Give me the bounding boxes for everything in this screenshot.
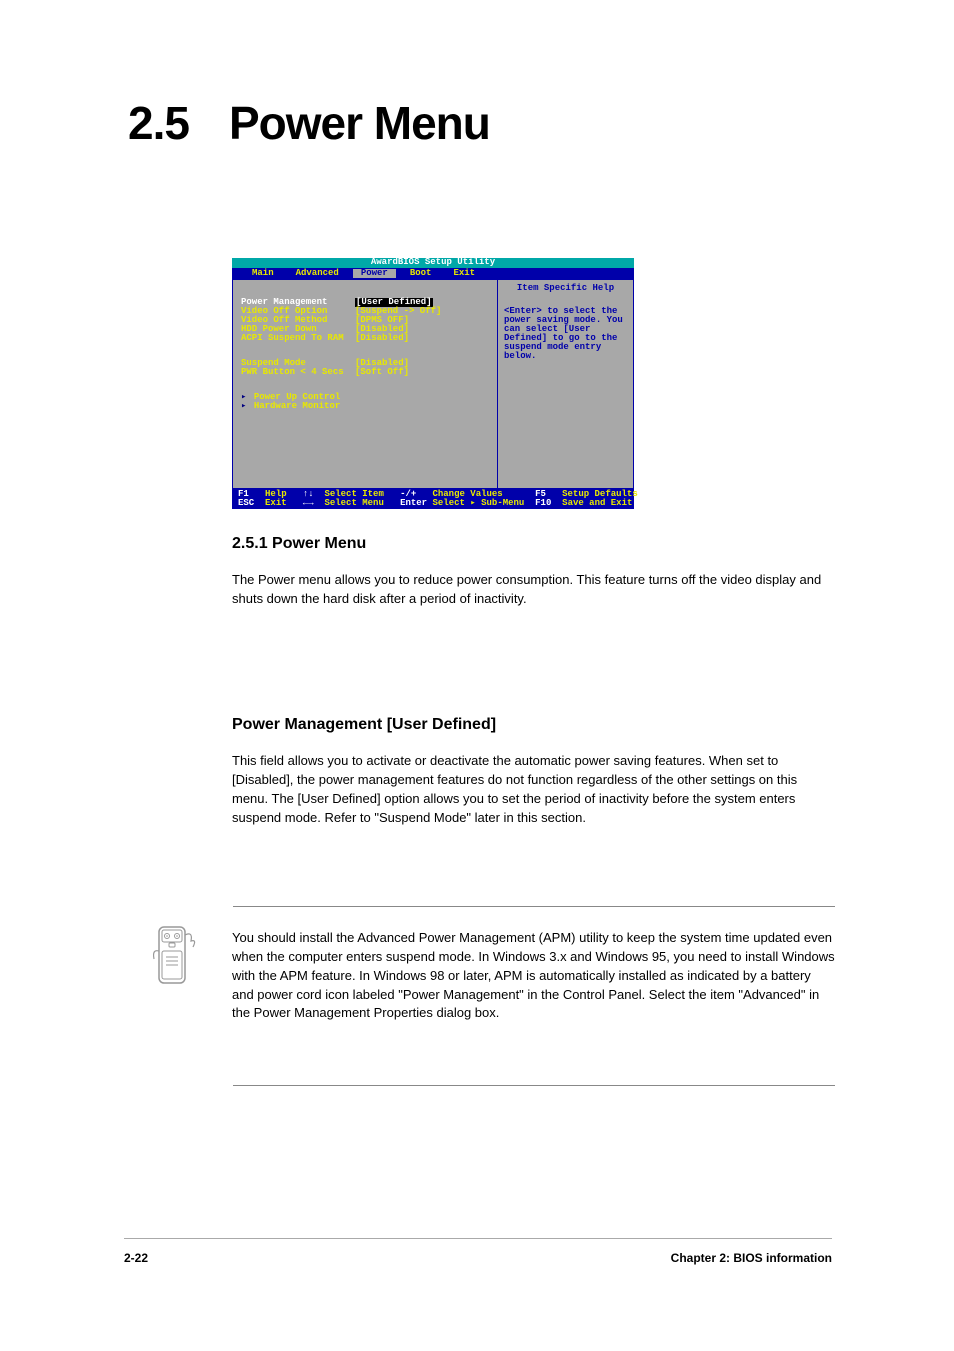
bios-row: PWR Button < 4 Secs [Soft Off] [241,368,489,377]
bios-help-panel: Item Specific Help <Enter> to select the… [497,279,634,489]
bios-value: [Soft Off] [355,368,409,377]
footer-key: Enter [400,498,427,508]
bios-tab-power: Power [353,269,396,278]
heading-number: 2.5 [128,97,189,149]
bios-submenu-list: ▸ Power Up Control ▸ Hardware Monitor [241,393,489,411]
bios-label: PWR Button < 4 Secs [241,368,355,377]
bios-row: ACPI Suspend To RAM [Disabled] [241,334,489,343]
bios-tab-advanced: Advanced [288,269,347,278]
bios-screenshot: AwardBIOS Setup Utility Main Advanced Po… [232,258,634,509]
bios-value: [Disabled] [355,334,409,343]
bios-help-title: Item Specific Help [504,284,627,293]
section-text: The Power menu allows you to reduce powe… [232,571,832,609]
section-power-menu: 2.5.1 Power Menu The Power menu allows y… [232,535,832,609]
bios-tab-boot: Boot [402,269,440,278]
item-text: This field allows you to activate or dea… [232,752,832,827]
item-title: Power Management [User Defined] [232,716,832,734]
footer-key: ←→ [303,498,314,508]
bios-tab-exit: Exit [445,269,483,278]
bios-submenu-label: Hardware Monitor [254,401,340,411]
footer-key: F10 [535,498,551,508]
footer-text: Select Menu [324,498,383,508]
bios-body: Power Management [User Defined] Video Of… [232,279,634,489]
bios-menu-bar: Main Advanced Power Boot Exit [232,268,634,279]
triangle-icon: ▸ [241,401,246,411]
footer-text: Save and Exit [562,498,632,508]
page-heading: 2.5 Power Menu [128,96,490,150]
section-power-management: Power Management [User Defined] This fie… [232,716,832,827]
note-box: You should install the Advanced Power Ma… [147,906,835,1086]
footer-text: Exit [265,498,287,508]
bios-left-panel: Power Management [User Defined] Video Of… [232,279,497,489]
bios-submenu-item: ▸ Hardware Monitor [241,402,489,411]
footer-key: ESC [238,498,254,508]
footer-text: Select ▸ Sub-Menu [433,498,525,508]
page-number: 2-22 [124,1251,148,1265]
robot-icon [147,921,202,991]
bios-title-bar: AwardBIOS Setup Utility [232,258,634,268]
chapter-label: Chapter 2: BIOS information [671,1251,832,1265]
bios-footer: F1 Help ↑↓ Select Item -/+ Change Values… [232,489,634,509]
divider [233,1085,835,1086]
page-footer: 2-22 Chapter 2: BIOS information [124,1238,832,1265]
bios-help-text: <Enter> to select the power saving mode.… [504,307,627,361]
bios-tab-main: Main [244,269,282,278]
section-title: 2.5.1 Power Menu [232,535,832,553]
divider [233,906,835,907]
heading-title: Power Menu [229,97,490,149]
bios-label: ACPI Suspend To RAM [241,334,355,343]
note-text: You should install the Advanced Power Ma… [232,921,835,1023]
